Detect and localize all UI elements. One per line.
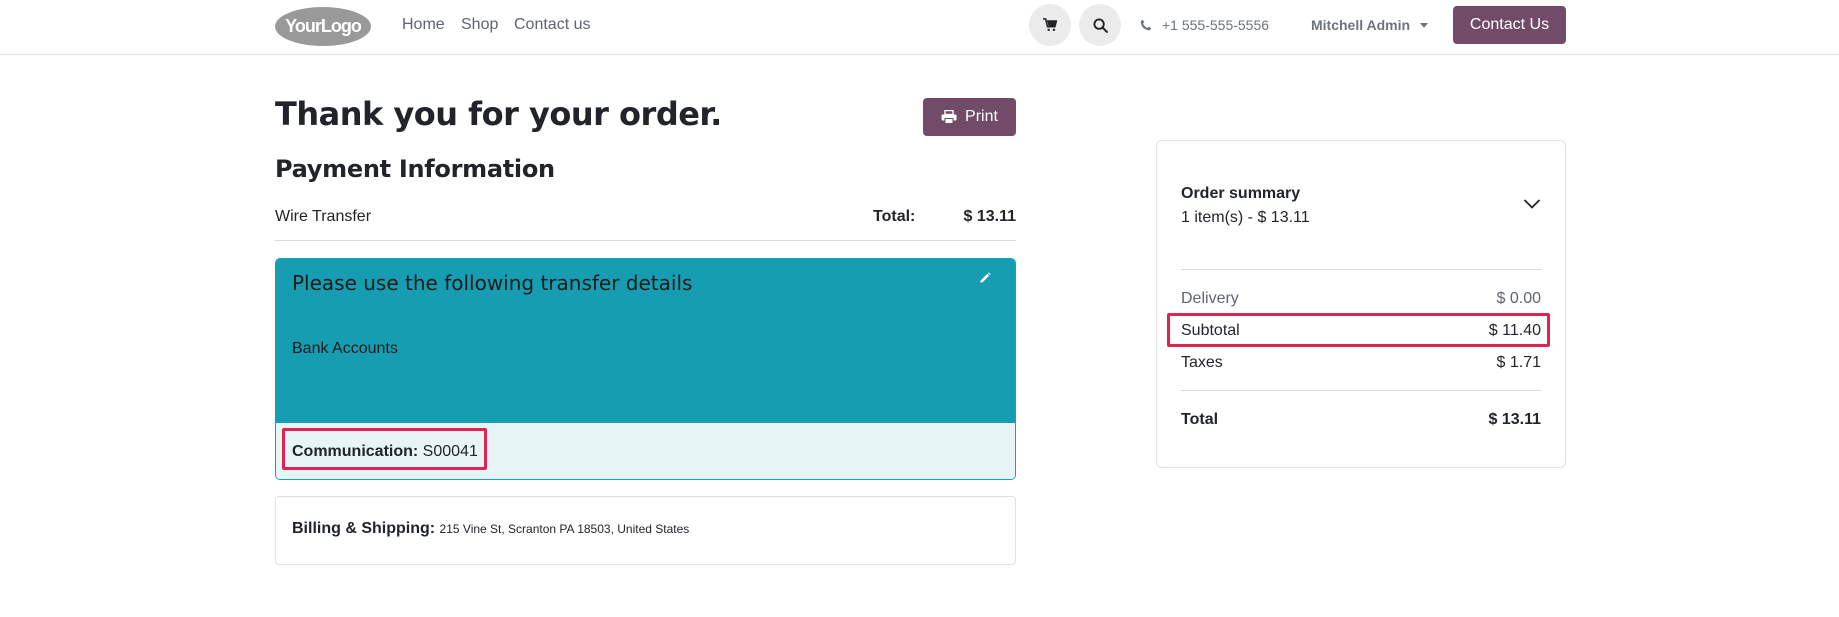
communication-highlight xyxy=(282,428,487,470)
phone-link[interactable]: +1 555-555-5556 xyxy=(1140,15,1269,35)
nav-contact-us[interactable]: Contact us xyxy=(514,14,590,36)
chevron-down-icon[interactable] xyxy=(1523,197,1541,215)
transfer-title: Please use the following transfer detail… xyxy=(292,271,693,295)
delivery-label: Delivery xyxy=(1181,290,1239,307)
print-button[interactable]: Print xyxy=(923,98,1016,136)
delivery-value: $ 0.00 xyxy=(1496,290,1541,307)
user-name: Mitchell Admin xyxy=(1311,17,1411,33)
order-summary-card: Order summary 1 item(s) - $ 13.11 Delive… xyxy=(1156,140,1566,468)
search-icon xyxy=(1092,17,1108,33)
nav-home[interactable]: Home xyxy=(402,14,445,36)
order-summary-title: Order summary xyxy=(1181,185,1301,202)
site-logo[interactable]: YourLogo xyxy=(275,7,371,46)
payment-total-label: Total: xyxy=(873,208,916,225)
order-confirmation-page: ⌙ YourLogo Home Shop Contact us xyxy=(0,0,1839,617)
payment-method: Wire Transfer xyxy=(275,208,372,225)
billing-shipping-box: Billing & Shipping: 215 Vine St, Scranto… xyxy=(275,496,1016,565)
billing-address: 215 Vine St, Scranton PA 18503, United S… xyxy=(439,522,690,536)
page-title: Thank you for your order. xyxy=(275,95,722,133)
pencil-icon[interactable] xyxy=(979,271,991,289)
caret-down-icon xyxy=(1420,22,1429,28)
billing-label: Billing & Shipping: xyxy=(292,520,436,537)
subtotal-highlight xyxy=(1167,313,1550,347)
taxes-value: $ 1.71 xyxy=(1496,354,1541,371)
order-summary-subtitle: 1 item(s) - $ 13.11 xyxy=(1181,209,1310,226)
cart-icon xyxy=(1043,18,1057,32)
billing-text: Billing & Shipping: 215 Vine St, Scranto… xyxy=(292,519,689,539)
summary-divider xyxy=(1181,269,1541,270)
transfer-details-header: Please use the following transfer detail… xyxy=(276,259,1015,423)
payment-row: Wire Transfer Total: $ 13.11 xyxy=(275,207,1016,241)
search-button[interactable] xyxy=(1079,4,1121,46)
contact-us-label: Contact Us xyxy=(1469,16,1550,33)
printer-icon xyxy=(941,110,957,124)
phone-number: +1 555-555-5556 xyxy=(1162,17,1270,33)
print-label: Print xyxy=(965,108,998,125)
phone-icon xyxy=(1140,19,1152,31)
payment-total-value: $ 13.11 xyxy=(963,208,1017,225)
contact-us-button[interactable]: Contact Us xyxy=(1453,6,1566,44)
total-value: $ 13.11 xyxy=(1488,411,1542,428)
logo-text: YourLogo xyxy=(285,16,362,36)
user-menu[interactable]: Mitchell Admin xyxy=(1311,15,1429,35)
taxes-label: Taxes xyxy=(1181,354,1223,371)
nav-shop[interactable]: Shop xyxy=(461,14,498,36)
site-header: YourLogo Home Shop Contact us +1 555-555… xyxy=(0,0,1839,55)
bank-accounts-label: Bank Accounts xyxy=(292,340,398,357)
summary-divider xyxy=(1181,390,1541,391)
payment-info-heading: Payment Information xyxy=(275,155,555,183)
total-label: Total xyxy=(1181,411,1219,428)
cart-button[interactable] xyxy=(1029,4,1071,46)
